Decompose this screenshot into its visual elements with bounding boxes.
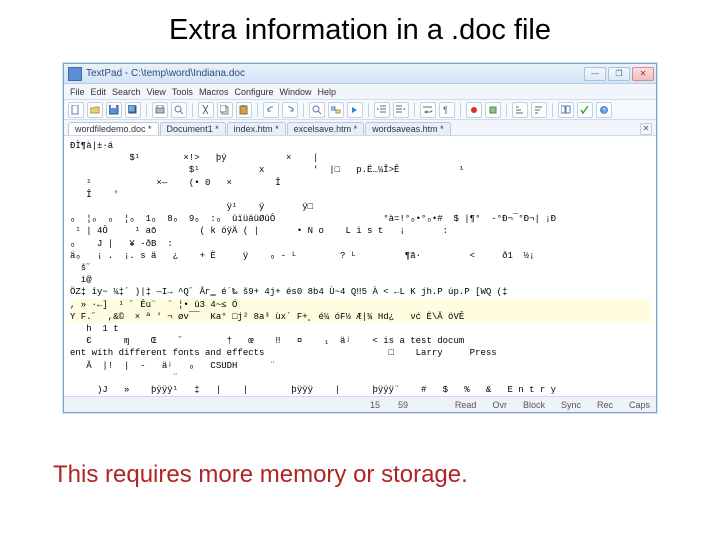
sort-asc-icon[interactable]: [512, 102, 528, 118]
tab-wordsaveas[interactable]: wordsaveas.htm *: [365, 122, 451, 135]
tab-document1[interactable]: Document1 *: [160, 122, 226, 135]
menu-configure[interactable]: Configure: [234, 87, 273, 97]
save-icon[interactable]: [106, 102, 122, 118]
status-sync: Sync: [561, 400, 581, 410]
status-rec: Rec: [597, 400, 613, 410]
editor-line: ₒ ¦ₒ ₒ ¦ₒ 1ₒ 8ₒ 9ₒ :ₒ ûïüäüØûÔ °à=!°ₒ•°ₒ…: [70, 213, 650, 225]
textpad-window: TextPad - C:\temp\word\Indiana.doc — ❐ ✕…: [63, 63, 657, 413]
save-all-icon[interactable]: [125, 102, 141, 118]
menu-bar: File Edit Search View Tools Macros Confi…: [64, 84, 656, 100]
indent-right-icon[interactable]: [393, 102, 409, 118]
status-block: Block: [523, 400, 545, 410]
status-col: 59: [398, 400, 408, 410]
print-icon[interactable]: [152, 102, 168, 118]
print-preview-icon[interactable]: [171, 102, 187, 118]
status-caps: Caps: [629, 400, 650, 410]
editor-line: äₒ ¡ . ¡. s ä ¿ + Ë ÿ ₒ - ᴸ ? ᴸ ¶ā· < ð1…: [70, 250, 650, 262]
editor-line: ent with different fonts and effects □ L…: [70, 347, 650, 359]
editor-line: ĐÌ¶à|±·á: [70, 140, 650, 152]
minimize-button[interactable]: —: [584, 67, 606, 81]
tab-wordfiledemo[interactable]: wordfiledemo.doc *: [68, 122, 159, 135]
spell-check-icon[interactable]: [577, 102, 593, 118]
status-line: 15: [370, 400, 380, 410]
sort-desc-icon[interactable]: [531, 102, 547, 118]
menu-help[interactable]: Help: [318, 87, 337, 97]
tab-close-icon[interactable]: ✕: [640, 123, 652, 135]
status-bar: 15 59 Read Ovr Block Sync Rec Caps: [64, 396, 656, 412]
open-file-icon[interactable]: [87, 102, 103, 118]
editor-line: )J » þÿÿÿ¹ ‡ | | þÿÿÿ | þÿÿÿ¨ # $ % & E …: [70, 384, 650, 396]
menu-macros[interactable]: Macros: [199, 87, 229, 97]
indent-left-icon[interactable]: [374, 102, 390, 118]
editor-line: ₒ J | ¥ -ðB :: [70, 238, 650, 250]
tab-index[interactable]: index.htm *: [227, 122, 286, 135]
svg-text:?: ?: [602, 108, 606, 115]
status-ovr: Ovr: [492, 400, 507, 410]
tool-icon[interactable]: [485, 102, 501, 118]
paste-icon[interactable]: [236, 102, 252, 118]
editor-line: Є ɱ Œ ˝ † œ ‼ ¤ ₁ äʲ < is a test docum: [70, 335, 650, 347]
editor-line: i@: [70, 274, 650, 286]
editor-line: Ă |! | - äʲ ₒ CSUDH ¨: [70, 360, 650, 372]
editor-line: , » ·←] ¹ ˝ Ēu¨ ¨ ¦• ü3 4~≤ Ó: [70, 299, 650, 311]
editor-area[interactable]: ĐÌ¶à|±·á $¹ ×!> þÿ × | $¹ x ' |□ p.Ë…¼Î>…: [64, 136, 656, 396]
redo-icon[interactable]: [282, 102, 298, 118]
editor-line: Î ': [70, 189, 650, 201]
show-nonprint-icon[interactable]: ¶: [439, 102, 455, 118]
status-read: Read: [455, 400, 477, 410]
editor-line: š˝: [70, 262, 650, 274]
word-wrap-icon[interactable]: [420, 102, 436, 118]
replace-icon[interactable]: [328, 102, 344, 118]
find-next-icon[interactable]: [347, 102, 363, 118]
editor-line: ÖZ‡ îy− ¼‡´ )|‡ —I→ ^Q˝ Ăг‗ é´‰ š9+ 4j+ …: [70, 286, 650, 298]
document-tabs: wordfiledemo.doc * Document1 * index.htm…: [64, 120, 656, 136]
app-icon: [68, 67, 82, 81]
editor-line: Y F.˝ ,&© × ª ' ¬ øv¯¯ Ka° □j² 8a³ ùx´ F…: [70, 311, 650, 323]
titlebar[interactable]: TextPad - C:\temp\word\Indiana.doc — ❐ ✕: [64, 64, 656, 84]
find-icon[interactable]: [309, 102, 325, 118]
editor-line: $¹ ×!> þÿ × |: [70, 152, 650, 164]
menu-edit[interactable]: Edit: [91, 87, 107, 97]
editor-line: ¹ | 4Ō ¹ aō ( k öÿÄ ( | • N o L i s t ¡ …: [70, 225, 650, 237]
menu-search[interactable]: Search: [112, 87, 141, 97]
menu-window[interactable]: Window: [279, 87, 311, 97]
editor-line: ÿ¹ ÿ ÿ□: [70, 201, 650, 213]
toolbar: ¶ ?: [64, 100, 656, 120]
cut-icon[interactable]: [198, 102, 214, 118]
editor-line: $¹ x ' |□ p.Ë…¼Î>Ê ¹: [70, 164, 650, 176]
menu-file[interactable]: File: [70, 87, 85, 97]
close-button[interactable]: ✕: [632, 67, 654, 81]
window-title: TextPad - C:\temp\word\Indiana.doc: [86, 68, 584, 79]
menu-tools[interactable]: Tools: [172, 87, 193, 97]
new-file-icon[interactable]: [68, 102, 84, 118]
svg-text:¶: ¶: [443, 105, 448, 115]
undo-icon[interactable]: [263, 102, 279, 118]
editor-line: ¨: [70, 372, 650, 384]
macro-rec-icon[interactable]: [466, 102, 482, 118]
maximize-button[interactable]: ❐: [608, 67, 630, 81]
menu-view[interactable]: View: [147, 87, 166, 97]
editor-line: ¹ ×— (• 0 × Î: [70, 177, 650, 189]
help-icon[interactable]: ?: [596, 102, 612, 118]
tab-excelsave[interactable]: excelsave.htm *: [287, 122, 365, 135]
slide-title: Extra information in a .doc file: [0, 14, 720, 47]
copy-icon[interactable]: [217, 102, 233, 118]
editor-line: h 1 t: [70, 323, 650, 335]
slide-caption: This requires more memory or storage.: [0, 461, 720, 489]
compare-icon[interactable]: [558, 102, 574, 118]
